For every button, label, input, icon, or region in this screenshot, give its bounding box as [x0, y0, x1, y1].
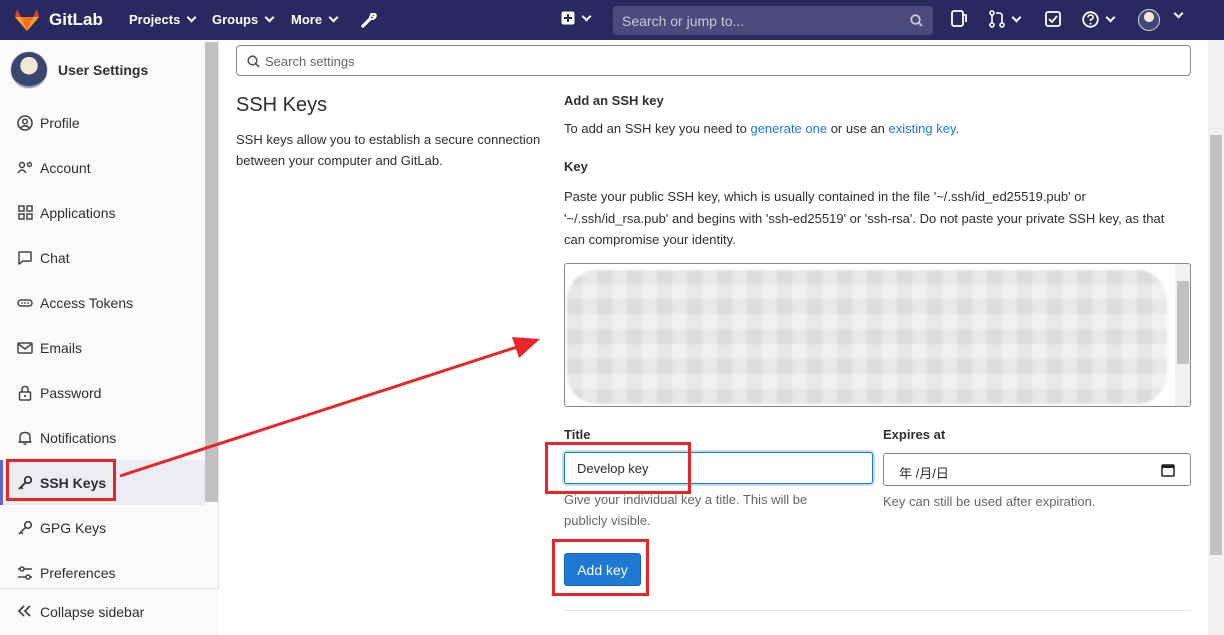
annotation-arrow	[119, 337, 540, 478]
